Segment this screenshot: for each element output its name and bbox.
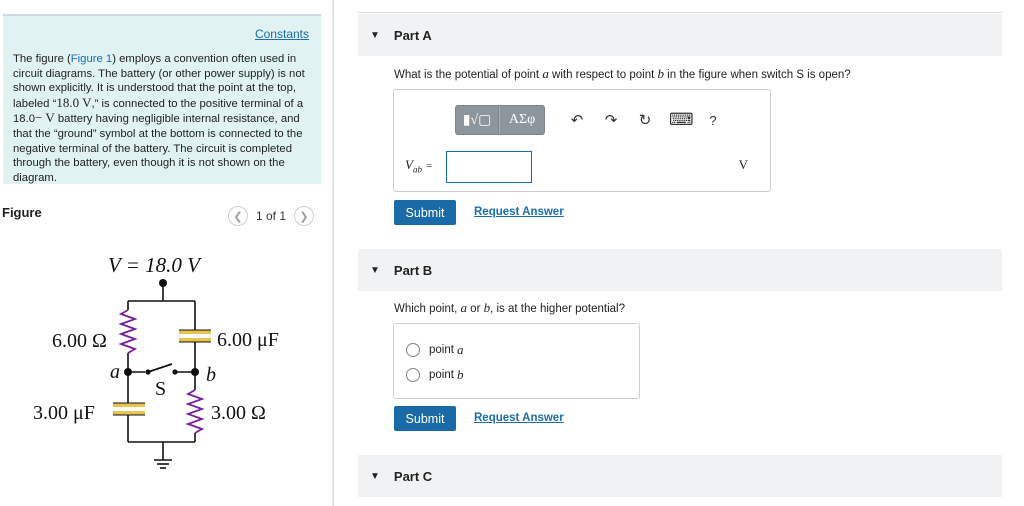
capacitor-6uf-plate-top [179,330,211,334]
vab-label: Vab = [405,157,433,175]
problem-intro-text: The figure (Figure 1) employs a conventi… [13,53,305,184]
part-b-choice-box: point a point b [393,323,640,399]
voltage-label: V = 18.0 V [108,253,202,277]
choice-point-b[interactable]: point b [406,367,463,383]
part-a-header[interactable]: ▼ Part A [358,14,1002,56]
reset-icon[interactable]: ↻ [635,111,655,129]
figure-page-count: 1 of 1 [256,209,287,223]
resistor-3ohm [185,389,205,434]
undo-icon[interactable]: ↶ [567,111,587,129]
part-c-header[interactable]: ▼ Part C [358,455,1002,497]
collapse-triangle-icon: ▼ [370,264,380,276]
resistor-6ohm [118,309,138,354]
point-b-label: b [206,364,216,386]
part-b-header[interactable]: ▼ Part B [358,249,1002,291]
chevron-left-icon[interactable]: ❮ [228,206,248,226]
r-top-left-label: 6.00 Ω [52,330,107,352]
choice-point-a[interactable]: point a [406,342,463,358]
circuit-diagram: V = 18.0 V 6.00 Ω 6.00 μF a b S 3.00 μF … [33,253,279,469]
unit-label: V [738,157,748,172]
c-bottom-left-label: 3.00 μF [33,402,95,424]
part-a-submit-button[interactable]: Submit [394,200,456,225]
column-divider [332,0,334,506]
radio-point-b[interactable] [406,368,420,382]
capacitor-3uf-plate-bottom [113,411,145,415]
part-a-answer-box: ▮√▢ ΑΣφ ↶ ↷ ↻ ⌨ ? Vab = V [393,89,771,192]
vab-answer-input[interactable] [446,151,532,183]
point-a-label: a [110,361,120,383]
top-rule [358,12,1002,13]
radio-point-a[interactable] [406,343,420,357]
r-bottom-right-label: 3.00 Ω [211,402,266,424]
chevron-right-icon[interactable]: ❯ [294,206,315,226]
capacitor-3uf-plate-top [113,403,145,407]
left-panel: Constants The figure (Figure 1) employs … [0,0,332,506]
part-b-submit-button[interactable]: Submit [394,406,456,431]
part-b-title: Part B [393,262,433,278]
figure-pager: ❮ 1 of 1 ❯ [228,206,315,226]
part-a-request-answer-link[interactable]: Request Answer [474,206,564,218]
part-a-question: What is the potential of point a with re… [394,66,851,81]
part-a-title: Part A [393,27,432,43]
template-button[interactable]: ▮√▢ [455,105,499,135]
redo-icon[interactable]: ↷ [601,111,621,129]
capacitor-6uf-plate-bottom [179,338,211,342]
c-top-right-label: 6.00 μF [217,329,279,351]
math-toolbar: ▮√▢ ΑΣφ ↶ ↷ ↻ ⌨ ? [455,105,723,135]
constants-link[interactable]: Constants [255,27,309,41]
figure-heading: Figure [2,205,42,220]
part-c-title: Part C [393,468,433,484]
switch-s [147,363,173,373]
figure-link[interactable]: Figure 1 [71,53,112,65]
switch-label: S [155,378,166,400]
collapse-triangle-icon: ▼ [370,470,380,482]
help-icon[interactable]: ? [703,113,723,128]
problem-intro-box: Constants The figure (Figure 1) employs … [3,14,321,184]
collapse-triangle-icon: ▼ [370,29,380,41]
part-b-request-answer-link[interactable]: Request Answer [474,412,564,424]
greek-symbols-button[interactable]: ΑΣφ [499,105,545,135]
part-b-question: Which point, a or b, is at the higher po… [394,300,626,315]
keyboard-icon[interactable]: ⌨ [669,110,694,130]
